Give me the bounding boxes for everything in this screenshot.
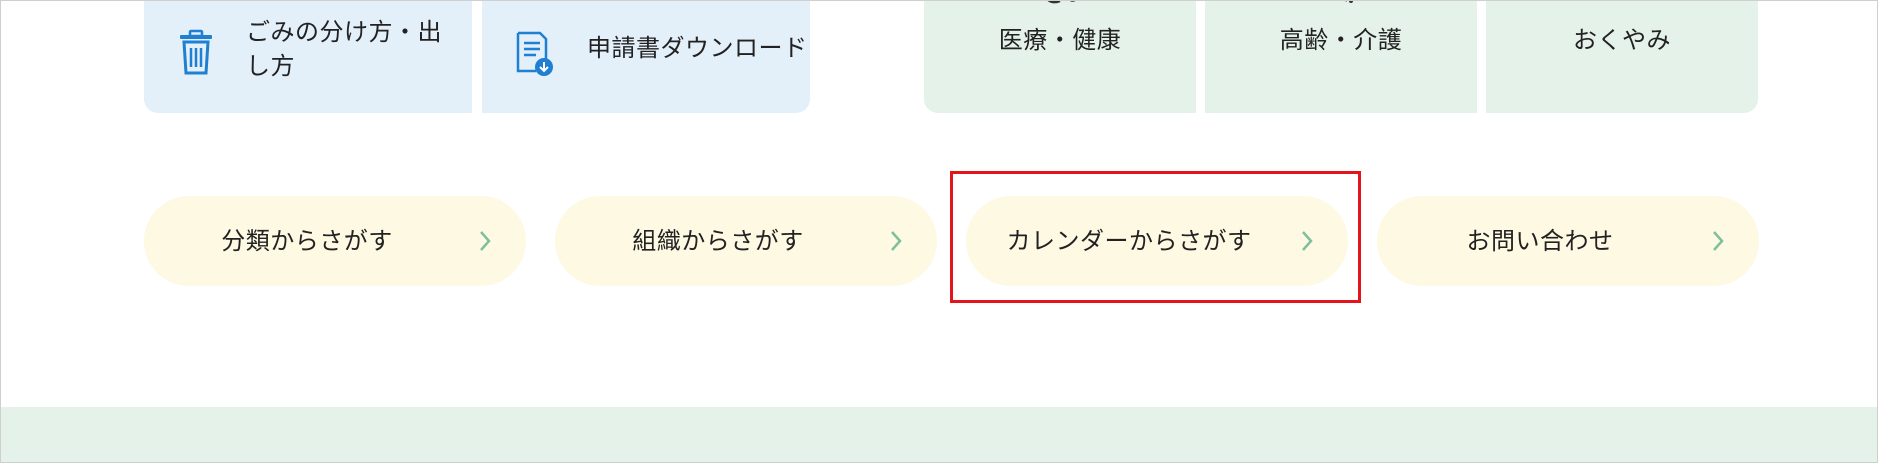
quick-link-label: 申請書ダウンロード [587, 34, 808, 62]
category-medical-health[interactable]: 医療・健康 [924, 1, 1196, 113]
contact-button[interactable]: お問い合わせ [1377, 196, 1759, 286]
search-by-calendar-button[interactable]: カレンダーからさがす [966, 196, 1348, 286]
footer-band [1, 407, 1877, 462]
pill-label: 分類からさがす [221, 227, 393, 255]
chevron-right-icon [1713, 231, 1724, 251]
search-by-classification-button[interactable]: 分類からさがす [144, 196, 526, 286]
category-condolences[interactable]: おくやみ [1486, 0, 1758, 113]
quick-link-garbage[interactable]: ごみの分け方・出し方 [144, 1, 472, 113]
trash-icon [180, 29, 212, 75]
quick-link-label: ごみの分け方・出し方 [246, 18, 442, 80]
page-frame: ごみの分け方・出し方 申請書ダウンロード 医療・健康 高齢・介護 おくやみ 分類… [0, 0, 1878, 463]
elderly-care-icon [1345, 1, 1353, 3]
document-download-icon [516, 31, 553, 76]
pill-label: カレンダーからさがす [1006, 227, 1252, 255]
category-label: 高齢・介護 [1279, 26, 1403, 54]
condolence-icon [1592, 0, 1652, 7]
pill-label: お問い合わせ [1466, 227, 1614, 255]
chevron-right-icon [891, 231, 902, 251]
category-label: おくやみ [1573, 26, 1671, 54]
pill-label: 組織からさがす [632, 227, 804, 255]
chevron-right-icon [480, 231, 491, 251]
medical-icon [1047, 1, 1076, 4]
chevron-right-icon [1302, 231, 1313, 251]
category-elderly-care[interactable]: 高齢・介護 [1205, 1, 1477, 113]
quick-link-application-download[interactable]: 申請書ダウンロード [482, 1, 810, 113]
search-by-organization-button[interactable]: 組織からさがす [555, 196, 937, 286]
category-label: 医療・健康 [998, 26, 1122, 54]
